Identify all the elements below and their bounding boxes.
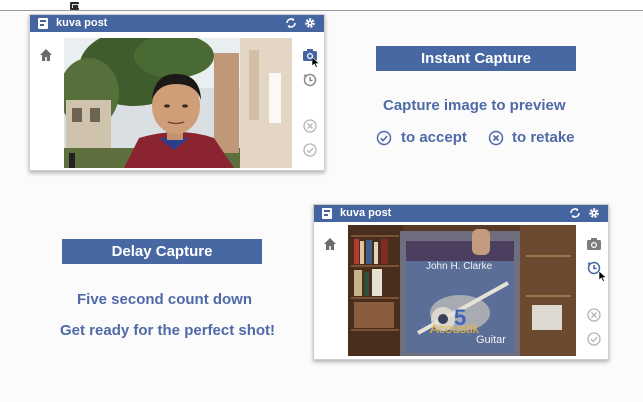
- camera-preview-image: [64, 38, 292, 168]
- check-circle-icon[interactable]: [586, 331, 602, 347]
- refresh-icon[interactable]: [568, 206, 582, 220]
- home-icon[interactable]: [39, 48, 53, 62]
- kuva-window-instant: kuva post: [29, 14, 325, 171]
- app-mini-icon[interactable]: [70, 2, 79, 10]
- close-circle-icon: [488, 130, 504, 146]
- timer-icon[interactable]: [302, 72, 318, 88]
- window-title: kuva post: [340, 207, 392, 219]
- stage: kuva post Instant Capture Capture image …: [0, 0, 643, 402]
- delay-capture-heading: Delay Capture: [62, 239, 262, 264]
- camera-preview-image: John H. Clarke 5 Acoustik Guitar: [348, 225, 576, 356]
- window-title: kuva post: [56, 17, 108, 29]
- home-icon[interactable]: [323, 237, 337, 251]
- close-circle-icon[interactable]: [586, 307, 602, 323]
- retake-caption: to retake: [512, 129, 575, 146]
- check-circle-icon: [376, 130, 392, 146]
- camera-icon[interactable]: [586, 236, 602, 252]
- gear-icon[interactable]: [587, 206, 601, 220]
- check-circle-icon[interactable]: [302, 142, 318, 158]
- accept-caption: to accept: [401, 129, 467, 146]
- instant-capture-heading: Instant Capture: [376, 46, 576, 71]
- close-circle-icon[interactable]: [302, 118, 318, 134]
- album-title-line2: Guitar: [476, 334, 506, 346]
- instant-capture-caption: Capture image to preview: [383, 97, 566, 114]
- mouse-cursor-icon: [312, 57, 320, 68]
- app-logo-icon: [38, 18, 48, 29]
- album-title-line1: Acoustik: [430, 321, 480, 336]
- window-titlebar: kuva post: [30, 15, 324, 32]
- delay-caption-line2: Get ready for the perfect shot!: [60, 322, 276, 339]
- delay-caption-line1: Five second count down: [77, 291, 253, 308]
- album-artist-text: John H. Clarke: [426, 261, 493, 272]
- refresh-icon[interactable]: [284, 16, 298, 30]
- top-strip: [0, 0, 643, 11]
- mouse-cursor-icon: [599, 271, 607, 282]
- window-titlebar: kuva post: [314, 205, 608, 222]
- kuva-window-delay: kuva post John H. Clarke 5 Acoustik Guit…: [313, 204, 609, 360]
- app-logo-icon: [322, 208, 332, 219]
- gear-icon[interactable]: [303, 16, 317, 30]
